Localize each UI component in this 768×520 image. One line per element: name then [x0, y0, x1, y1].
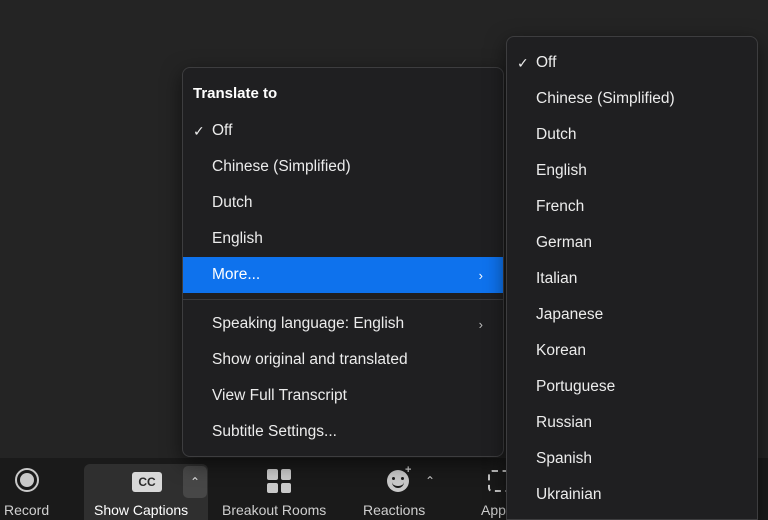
- language-option-chinese-simplified[interactable]: Chinese (Simplified): [507, 81, 757, 117]
- language-option-russian[interactable]: Russian: [507, 405, 757, 441]
- menu-divider: [183, 299, 503, 300]
- translate-to-header: Translate to: [193, 85, 278, 102]
- menu-item-label: Russian: [536, 414, 592, 431]
- menu-item-label: More...: [212, 266, 261, 283]
- language-option-japanese[interactable]: Japanese: [507, 297, 757, 333]
- menu-item-label: English: [212, 230, 263, 247]
- record-button[interactable]: Record: [0, 458, 62, 520]
- record-label: Record: [4, 502, 50, 518]
- language-submenu: ✓ Off Chinese (Simplified) Dutch English…: [506, 36, 758, 520]
- language-option-ukrainian[interactable]: Ukrainian: [507, 477, 757, 513]
- view-full-transcript-item[interactable]: View Full Transcript: [183, 378, 503, 414]
- show-original-and-translated-item[interactable]: Show original and translated: [183, 342, 503, 378]
- menu-item-label: German: [536, 234, 592, 251]
- speaking-language-item[interactable]: Speaking language: English ›: [183, 306, 503, 342]
- menu-item-label: English: [536, 162, 587, 179]
- language-option-french[interactable]: French: [507, 189, 757, 225]
- menu-item-label: Dutch: [212, 194, 253, 211]
- menu-item-label: Subtitle Settings...: [212, 423, 337, 440]
- translate-option-chinese-simplified[interactable]: Chinese (Simplified): [183, 149, 503, 185]
- translate-option-dutch[interactable]: Dutch: [183, 185, 503, 221]
- menu-item-label: Chinese (Simplified): [536, 90, 675, 107]
- chevron-up-icon: ⌃: [189, 475, 201, 489]
- menu-item-label: Show original and translated: [212, 351, 408, 368]
- menu-item-label: View Full Transcript: [212, 387, 347, 404]
- menu-item-label: Off: [212, 122, 233, 139]
- reactions-options-caret-icon[interactable]: ⌃: [425, 474, 435, 488]
- breakout-rooms-label: Breakout Rooms: [222, 502, 327, 518]
- menu-item-label: Speaking language: English: [212, 315, 405, 332]
- breakout-rooms-button[interactable]: Breakout Rooms: [220, 458, 338, 520]
- language-option-italian[interactable]: Italian: [507, 261, 757, 297]
- cc-icon: CC: [132, 472, 162, 492]
- captions-options-caret-button[interactable]: ⌃: [183, 466, 207, 498]
- menu-item-label: Spanish: [536, 450, 593, 467]
- menu-item-label: Portuguese: [536, 378, 616, 395]
- menu-item-label: Off: [536, 54, 557, 71]
- language-option-german[interactable]: German: [507, 225, 757, 261]
- translate-option-off[interactable]: ✓ Off: [183, 113, 503, 149]
- chevron-right-icon: ›: [478, 267, 483, 283]
- menu-item-label: Korean: [536, 342, 586, 359]
- language-option-portuguese[interactable]: Portuguese: [507, 369, 757, 405]
- menu-item-label: Ukrainian: [536, 486, 602, 503]
- plus-icon: +: [405, 464, 412, 476]
- language-option-english[interactable]: English: [507, 153, 757, 189]
- breakout-grid-icon: [267, 469, 291, 493]
- show-captions-label: Show Captions: [94, 502, 189, 518]
- language-option-off[interactable]: ✓ Off: [507, 45, 757, 81]
- reactions-button[interactable]: + Reactions: [360, 458, 440, 520]
- menu-item-label: Japanese: [536, 306, 604, 323]
- reactions-label: Reactions: [363, 502, 426, 518]
- menu-item-label: Italian: [536, 270, 578, 287]
- checkmark-icon: ✓: [517, 54, 529, 71]
- chevron-right-icon: ›: [478, 316, 483, 332]
- translate-option-english[interactable]: English: [183, 221, 503, 257]
- language-option-dutch[interactable]: Dutch: [507, 117, 757, 153]
- translate-menu: Translate to ✓ Off Chinese (Simplified) …: [182, 67, 504, 457]
- menu-item-label: French: [536, 198, 585, 215]
- record-icon: [15, 468, 39, 492]
- translate-option-more[interactable]: More... ›: [183, 257, 503, 293]
- language-option-korean[interactable]: Korean: [507, 333, 757, 369]
- language-option-spanish[interactable]: Spanish: [507, 441, 757, 477]
- subtitle-settings-item[interactable]: Subtitle Settings...: [183, 414, 503, 450]
- meeting-window: Record CC Show Captions Breakout Rooms +…: [0, 0, 768, 520]
- menu-item-label: Chinese (Simplified): [212, 158, 351, 175]
- checkmark-icon: ✓: [193, 122, 205, 139]
- menu-item-label: Dutch: [536, 126, 577, 143]
